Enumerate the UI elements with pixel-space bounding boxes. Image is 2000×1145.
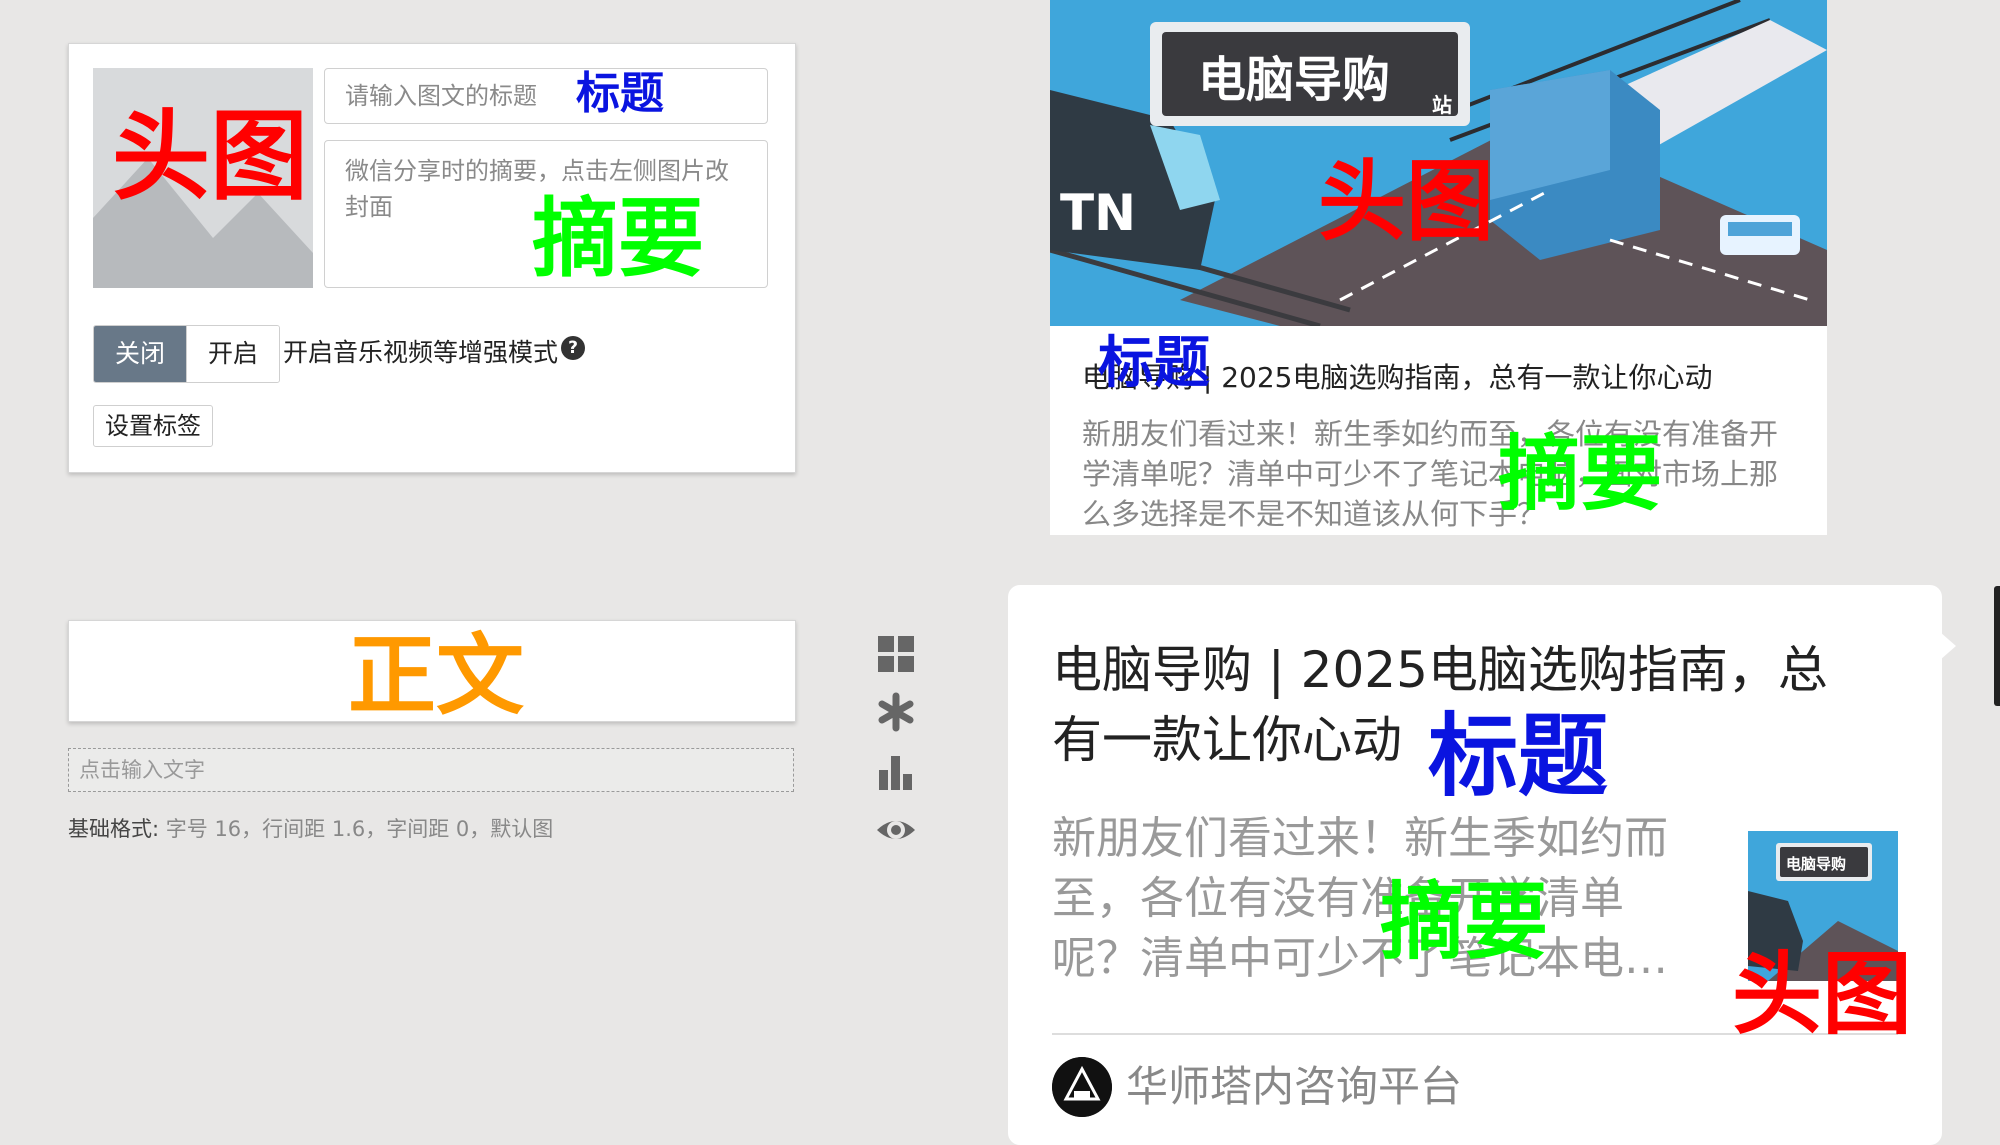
basic-format-info: 基础格式: 字号 16，行间距 1.6，字间距 0，默认图 xyxy=(68,813,553,843)
enhanced-mode-label: 开启音乐视频等增强模式 xyxy=(283,338,559,367)
toggle-off-button[interactable]: 关闭 xyxy=(94,326,186,382)
format-label: 基础格式: xyxy=(68,817,160,841)
annotation-title: 标题 xyxy=(1428,704,1608,809)
help-icon[interactable]: ? xyxy=(561,336,585,360)
svg-text:站: 站 xyxy=(1432,93,1452,117)
edge-scrollbar[interactable] xyxy=(1994,586,2000,706)
annotation-summary: 摘要 xyxy=(1380,873,1549,971)
annotation-body: 正文 xyxy=(348,624,525,727)
annotation-summary: 摘要 xyxy=(1498,427,1663,522)
annotation-head-image: 头图 xyxy=(1732,942,1912,1047)
text-input-box[interactable]: 点击输入文字 xyxy=(68,748,794,792)
grid-icon[interactable] xyxy=(876,634,916,674)
card-pointer-arrow xyxy=(1940,632,1956,660)
format-value: 字号 16，行间距 1.6，字间距 0，默认图 xyxy=(165,817,554,841)
svg-text:电脑导购: 电脑导购 xyxy=(1198,52,1390,108)
toggle-on-button[interactable]: 开启 xyxy=(186,326,279,382)
svg-text:TN: TN xyxy=(1060,184,1136,242)
preview-article-summary: 新朋友们看过来！新生季如约而至，各位有没有准备开学清单呢？清单中可少不了笔记本电… xyxy=(1082,417,1779,531)
bar-chart-icon[interactable] xyxy=(876,752,916,792)
account-logo-icon xyxy=(1052,1057,1112,1117)
annotation-summary: 摘要 xyxy=(532,189,704,289)
account-name: 华师塔内咨询平台 xyxy=(1126,1062,1463,1111)
annotation-title: 标题 xyxy=(576,68,664,119)
account-avatar xyxy=(1052,1057,1112,1117)
eye-icon[interactable] xyxy=(876,810,916,850)
asterisk-icon[interactable] xyxy=(876,692,916,732)
svg-text:电脑导购: 电脑导购 xyxy=(1786,855,1846,873)
share-card-summary: 新朋友们看过来！新生季如约而至，各位有没有准备开学清单呢？清单中可少不了笔记本电… xyxy=(1052,813,1668,984)
set-tags-button[interactable]: 设置标签 xyxy=(93,405,213,447)
share-card-preview: 电脑导购 | 2025电脑选购指南，总有一款让你心动 新朋友们看过来！新生季如约… xyxy=(1008,585,1942,1145)
annotation-head-image: 头图 xyxy=(112,100,309,214)
article-title-input[interactable]: 请输入图文的标题 xyxy=(324,68,768,124)
article-preview: TN 电脑导购 站 电脑导购 | 2025电脑选购指南，总有一款让你心动 新朋友… xyxy=(1050,0,1827,535)
annotation-head-image: 头图 xyxy=(1318,150,1495,253)
annotation-title: 标题 xyxy=(1098,331,1210,396)
enhanced-mode-toggle: 关闭 开启 xyxy=(93,325,280,383)
